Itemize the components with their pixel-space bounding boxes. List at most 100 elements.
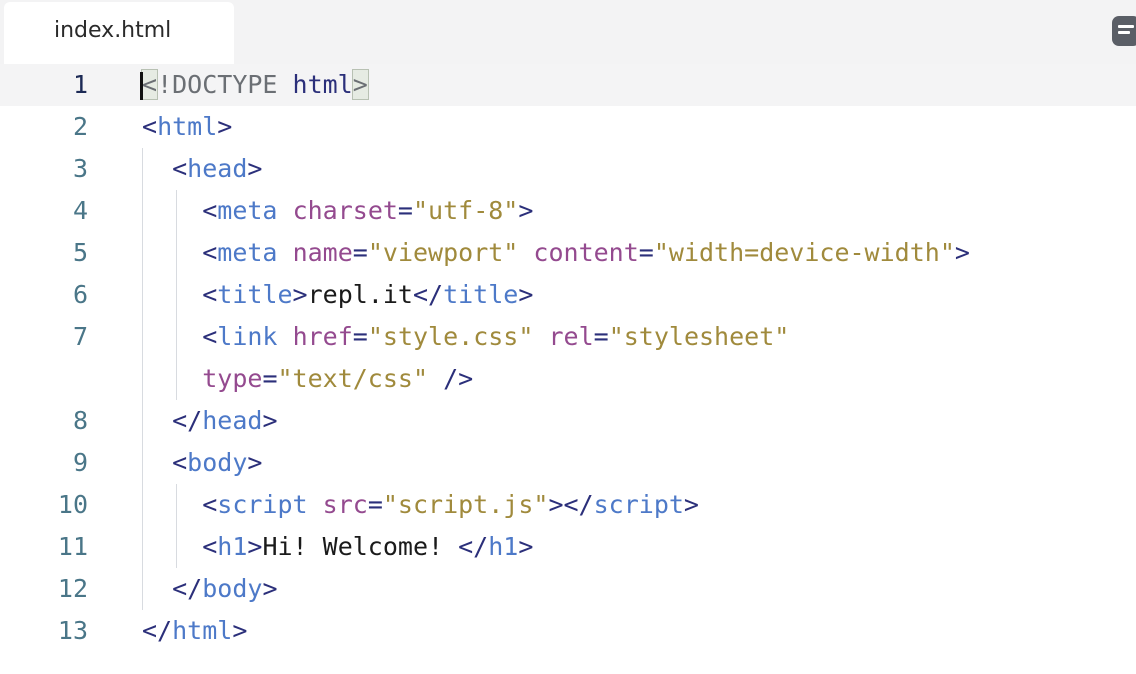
menu-icon[interactable]: [1112, 16, 1136, 46]
code-token: =: [593, 322, 609, 351]
code-token: =: [397, 196, 413, 225]
tab-bar: index.html: [0, 0, 1136, 64]
code-token: html: [157, 112, 218, 141]
code-token: href: [292, 322, 353, 351]
code-token: >: [262, 574, 278, 603]
code-token: </: [172, 574, 203, 603]
line-number: 9: [72, 448, 88, 477]
code-token: body: [202, 574, 263, 603]
code-token: "stylesheet": [608, 322, 790, 351]
code-token: <: [172, 154, 188, 183]
line-number: 3: [72, 154, 88, 183]
code-token: h1: [217, 532, 248, 561]
code-token: =: [352, 322, 368, 351]
line-number: 1: [72, 70, 88, 99]
code-token: <: [202, 532, 218, 561]
code-token: <: [202, 238, 218, 267]
line-number: 8: [72, 406, 88, 435]
code-token: link: [217, 322, 278, 351]
code-token: =: [367, 490, 383, 519]
code-token: content: [533, 238, 639, 267]
code-token: "text/css": [277, 364, 429, 393]
code-token: !DOCTYPE: [157, 70, 293, 99]
line-number: 2: [72, 112, 88, 141]
code-token: >: [292, 280, 308, 309]
code-editor[interactable]: 1 2 3 4 5 6 7 8 9 10 11 12 13 <!DOCTYPE html> <html> …: [0, 64, 1136, 674]
code-line: type="text/css" />: [142, 358, 473, 400]
code-token: rel: [548, 322, 594, 351]
code-token: >: [954, 238, 970, 267]
line-number: 7: [72, 322, 88, 351]
line-number: 6: [72, 280, 88, 309]
code-token: >: [518, 196, 534, 225]
code-line: <html>: [142, 106, 232, 148]
code-line: </html>: [142, 610, 247, 652]
code-token: <: [202, 322, 218, 351]
code-token: ></: [548, 490, 594, 519]
bracket-match: >: [351, 69, 369, 100]
code-line: <head>: [142, 148, 262, 190]
code-token: <: [202, 490, 218, 519]
code-line: <!DOCTYPE html>: [140, 64, 369, 106]
code-token: "style.css": [367, 322, 534, 351]
menu-icon-bar-top: [1118, 25, 1134, 28]
code-token: </: [172, 406, 203, 435]
code-token: >: [518, 280, 534, 309]
code-token: =: [352, 238, 368, 267]
line-number: 10: [57, 490, 88, 519]
code-token: >: [232, 616, 248, 645]
code-token: </: [412, 280, 444, 309]
line-number: 5: [72, 238, 88, 267]
code-token: >: [247, 448, 263, 477]
code-line: <meta name="viewport" content="width=dev…: [142, 232, 970, 274]
code-token: </: [142, 616, 173, 645]
code-line: </head>: [142, 400, 278, 442]
code-token: <: [202, 280, 218, 309]
code-token: >: [247, 532, 263, 561]
code-token: title: [443, 280, 519, 309]
menu-icon-bar-bottom: [1118, 31, 1130, 34]
code-token: name: [292, 238, 353, 267]
code-token: script: [593, 490, 684, 519]
code-token: >: [683, 490, 699, 519]
code-token: head: [202, 406, 263, 435]
code-token: <: [142, 112, 158, 141]
code-token: charset: [292, 196, 398, 225]
code-token: repl.it: [307, 280, 413, 309]
code-token: >: [247, 154, 263, 183]
code-token: "viewport": [367, 238, 519, 267]
code-line: <link href="style.css" rel="stylesheet": [142, 316, 789, 358]
code-token: body: [187, 448, 248, 477]
code-token: "script.js": [382, 490, 549, 519]
code-token: html: [172, 616, 233, 645]
code-token: >: [262, 406, 278, 435]
code-token: src: [322, 490, 368, 519]
line-number: 4: [72, 196, 88, 225]
code-line: </body>: [142, 568, 278, 610]
text-cursor: [140, 72, 143, 100]
code-token: >: [518, 532, 534, 561]
line-number: 13: [57, 616, 88, 645]
tab-index-html[interactable]: index.html: [4, 2, 234, 64]
code-token: =: [638, 238, 654, 267]
code-token: head: [187, 154, 248, 183]
tab-label: index.html: [54, 18, 172, 43]
code-token: <: [172, 448, 188, 477]
code-line: <script src="script.js"></script>: [142, 484, 699, 526]
code-token: meta: [217, 196, 278, 225]
